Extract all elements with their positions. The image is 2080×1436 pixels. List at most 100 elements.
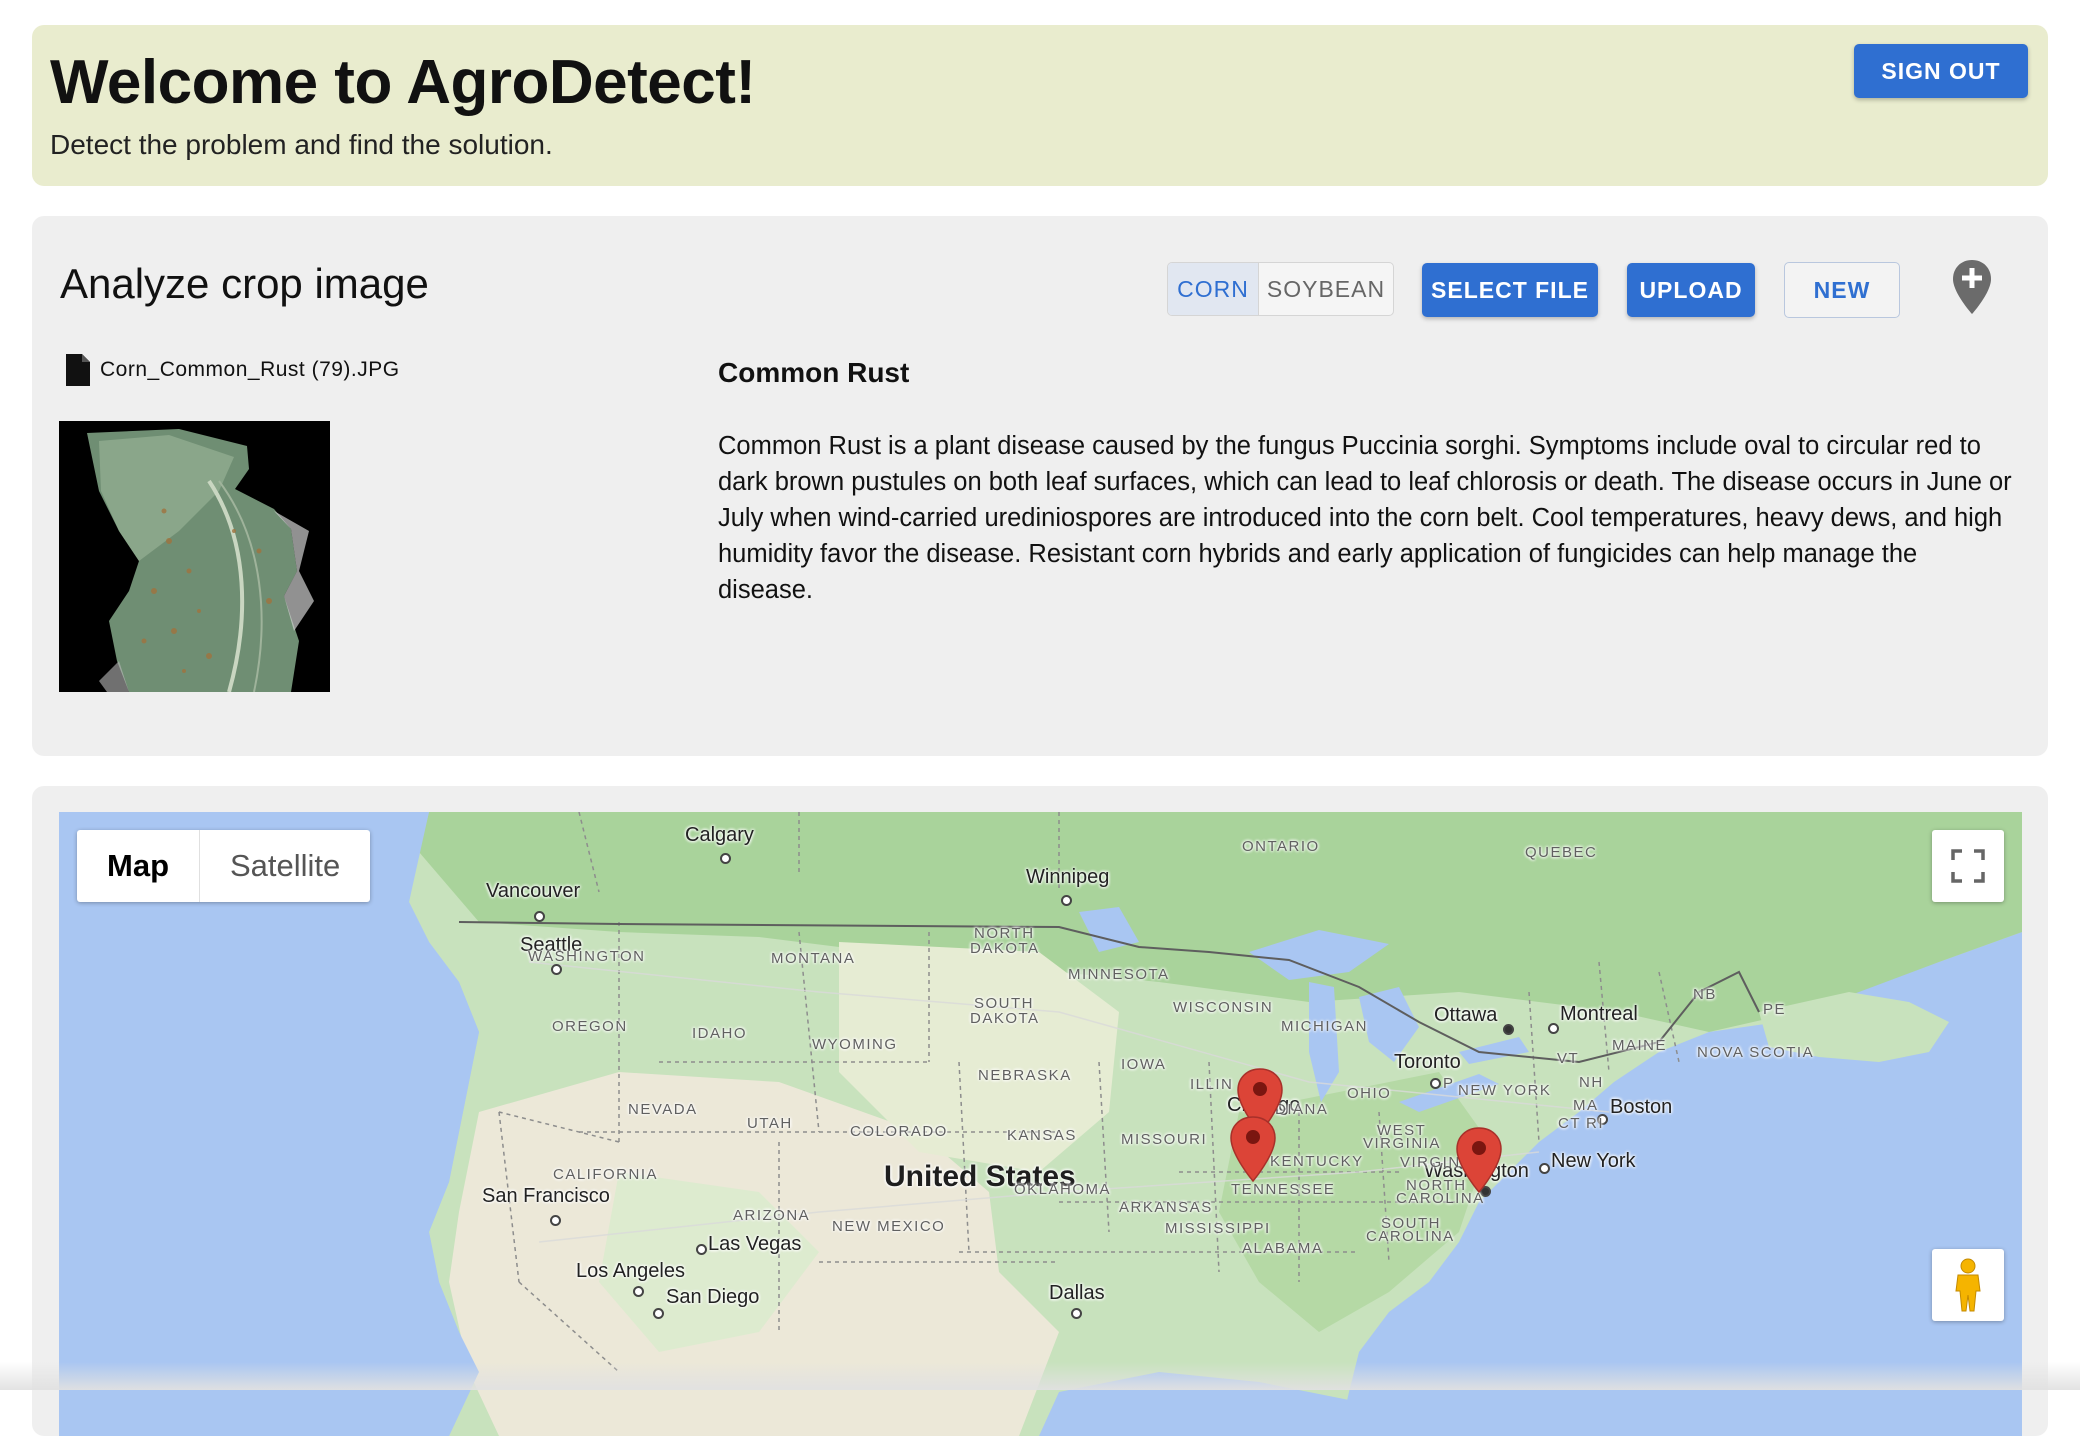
city-dot-winnipeg (1061, 895, 1072, 906)
map-label-wisconsin: WISCONSIN (1173, 999, 1274, 1016)
crop-option-corn[interactable]: CORN (1168, 263, 1259, 315)
map-label-minnesota: MINNESOTA (1068, 966, 1170, 983)
map-label-boston: Boston (1610, 1096, 1673, 1118)
map-label-ohio: OHIO (1347, 1085, 1392, 1102)
city-dot-san-francisco (550, 1215, 561, 1226)
crop-image-thumbnail (59, 421, 330, 692)
map-label-south-carolina-2: CAROLINA (1366, 1228, 1455, 1245)
crop-toggle: CORN SOYBEAN (1167, 262, 1394, 316)
disease-description: Common Rust is a plant disease caused by… (718, 432, 2012, 604)
map-type-satellite-button[interactable]: Satellite (200, 830, 370, 902)
map-label-vancouver: Vancouver (486, 880, 581, 902)
street-view-pegman-button[interactable] (1932, 1249, 2004, 1321)
map-label-calgary: Calgary (685, 824, 754, 846)
fullscreen-icon (1951, 849, 1985, 883)
map-label-alabama: ALABAMA (1242, 1240, 1324, 1257)
map-label-vt: VT (1557, 1050, 1580, 1067)
page-title: Welcome to AgroDetect! (50, 48, 756, 117)
map-label-idaho: IDAHO (692, 1025, 748, 1042)
page-bottom-fade (0, 1362, 2080, 1390)
map-label-michigan: MICHIGAN (1281, 1018, 1368, 1035)
map-label-pennsylvania: P (1443, 1075, 1455, 1092)
map-label-arkansas: ARKANSAS (1119, 1199, 1213, 1216)
map-label-iowa: IOWA (1121, 1056, 1167, 1073)
file-icon (66, 354, 90, 386)
crop-option-soybean[interactable]: SOYBEAN (1259, 263, 1393, 315)
map-label-utah: UTAH (747, 1115, 793, 1132)
map-label-north-dakota-2: DAKOTA (970, 940, 1040, 957)
map-label-kansas: KANSAS (1007, 1127, 1077, 1144)
add-location-pin-icon[interactable] (1951, 258, 1993, 316)
city-dot-ottawa (1503, 1024, 1514, 1035)
map-label-oklahoma: OKLAHOMA (1014, 1181, 1112, 1198)
map-label-quebec: QUEBEC (1525, 844, 1598, 861)
map-label-dallas: Dallas (1049, 1282, 1105, 1304)
map-label-toronto: Toronto (1394, 1051, 1461, 1073)
disease-marker-chicago-south[interactable] (1228, 1115, 1278, 1183)
map-label-ottawa: Ottawa (1434, 1004, 1498, 1026)
map-label-maine: MAINE (1612, 1037, 1668, 1054)
map-label-missouri: MISSOURI (1121, 1131, 1208, 1148)
page-subtitle: Detect the problem and find the solution… (50, 129, 553, 160)
welcome-header: Welcome to AgroDetect! Detect the proble… (32, 25, 2048, 186)
map-label-san-diego: San Diego (666, 1286, 760, 1308)
map-type-control: Map Satellite (77, 830, 371, 902)
city-dot-los-angeles (633, 1286, 644, 1297)
map-label-nh: NH (1579, 1074, 1604, 1091)
map-label-new-mexico: NEW MEXICO (832, 1218, 946, 1235)
analyze-title: Analyze crop image (60, 260, 429, 307)
map-label-south-dakota-2: DAKOTA (970, 1010, 1040, 1027)
map-label-tennessee: TENNESSEE (1231, 1181, 1336, 1198)
city-dot-calgary (720, 853, 731, 864)
map-label-washington-state: WASHINGTON (528, 948, 646, 965)
select-file-button[interactable]: SELECT FILE (1422, 263, 1598, 317)
disease-map[interactable]: Map Satellite Calgary Winnipeg Vancouver… (59, 812, 2022, 1436)
map-type-map-button[interactable]: Map (77, 830, 200, 902)
map-label-illinois: ILLIN (1190, 1076, 1234, 1093)
city-dot-seattle (551, 964, 562, 975)
map-label-nebraska: NEBRASKA (978, 1067, 1072, 1084)
sign-out-button[interactable]: SIGN OUT (1854, 44, 2028, 98)
upload-button[interactable]: UPLOAD (1627, 263, 1755, 317)
map-label-winnipeg: Winnipeg (1026, 866, 1110, 888)
disease-marker-washington[interactable] (1454, 1126, 1504, 1194)
city-dot-san-diego (653, 1308, 664, 1319)
fullscreen-button[interactable] (1932, 830, 2004, 902)
map-base (59, 812, 2022, 1436)
map-label-ontario: ONTARIO (1242, 838, 1320, 855)
city-dot-new-york (1539, 1163, 1550, 1174)
map-label-nevada: NEVADA (628, 1101, 698, 1118)
pegman-icon (1955, 1258, 1981, 1312)
disease-name: Common Rust (718, 357, 910, 388)
city-dot-dallas (1071, 1308, 1082, 1319)
map-label-pe: PE (1763, 1001, 1787, 1018)
map-label-nova-scotia: NOVA SCOTIA (1697, 1044, 1815, 1061)
map-label-kentucky: KENTUCKY (1270, 1153, 1364, 1170)
city-dot-toronto (1430, 1078, 1441, 1089)
city-dot-las-vegas (696, 1244, 707, 1255)
map-label-ma: MA (1573, 1097, 1599, 1114)
analyze-panel: Analyze crop image CORN SOYBEAN SELECT F… (32, 216, 2048, 756)
map-label-las-vegas: Las Vegas (708, 1233, 802, 1255)
city-dot-vancouver (534, 911, 545, 922)
map-label-ct: CT (1558, 1115, 1581, 1132)
selected-file: Corn_Common_Rust (79).JPG (64, 352, 400, 388)
map-label-wyoming: WYOMING (812, 1036, 898, 1053)
map-label-montana: MONTANA (771, 950, 856, 967)
map-label-new-york-state: NEW YORK (1458, 1082, 1552, 1099)
map-label-west-virginia-2: VIRGINIA (1363, 1135, 1441, 1152)
map-label-colorado: COLORADO (850, 1123, 948, 1140)
map-label-arizona: ARIZONA (733, 1207, 811, 1224)
map-panel: Map Satellite Calgary Winnipeg Vancouver… (32, 786, 2048, 1436)
map-label-san-francisco: San Francisco (482, 1185, 610, 1207)
city-dot-montreal (1548, 1023, 1559, 1034)
new-button[interactable]: NEW (1784, 262, 1900, 318)
map-label-nb: NB (1693, 986, 1717, 1003)
map-label-california: CALIFORNIA (553, 1166, 659, 1183)
map-label-mississippi: MISSISSIPPI (1165, 1220, 1271, 1237)
map-label-montreal: Montreal (1560, 1003, 1638, 1025)
file-name: Corn_Common_Rust (79).JPG (100, 358, 400, 381)
map-label-ri: RI (1586, 1115, 1604, 1132)
map-label-los-angeles: Los Angeles (576, 1260, 685, 1282)
map-label-oregon: OREGON (552, 1018, 628, 1035)
